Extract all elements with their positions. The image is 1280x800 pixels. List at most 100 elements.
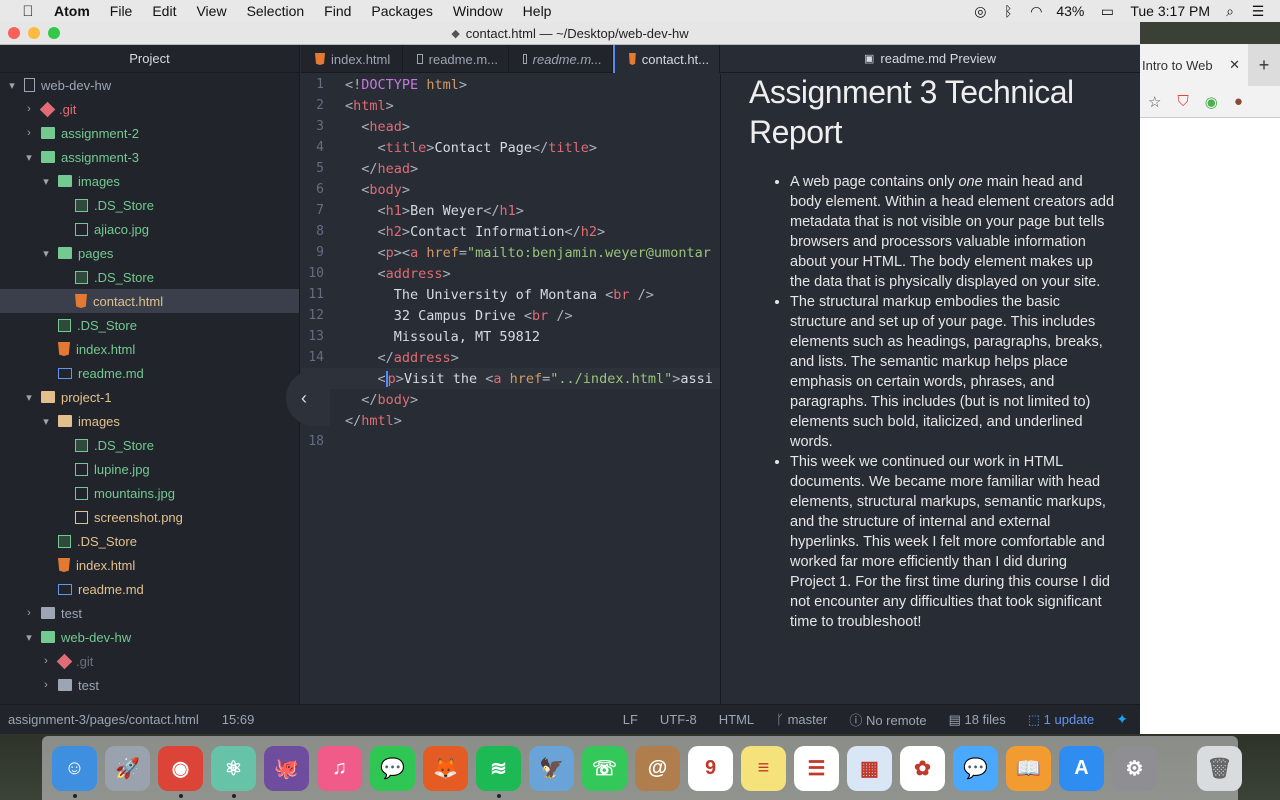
tree-file[interactable]: .DS_Store	[0, 193, 299, 217]
status-remote[interactable]: ⓘ No remote	[849, 710, 926, 729]
app-store-icon[interactable]: A	[1059, 745, 1104, 791]
maximize-window-button[interactable]	[48, 27, 60, 39]
code-line[interactable]: 3 <head>	[301, 116, 720, 137]
tree-file[interactable]: .DS_Store	[0, 265, 299, 289]
close-window-button[interactable]	[8, 27, 20, 39]
tree-folder[interactable]: › test	[0, 601, 299, 625]
menu-file[interactable]: File	[100, 3, 143, 19]
code-line[interactable]: 18	[301, 431, 720, 452]
twitter-icon[interactable]: ✦	[1116, 711, 1128, 728]
menu-help[interactable]: Help	[513, 3, 562, 19]
firefox-icon[interactable]: 🦊	[423, 745, 468, 791]
battery-percent[interactable]: 43%	[1056, 3, 1084, 19]
tree-folder[interactable]: ▾ project-1	[0, 385, 299, 409]
editor-tab[interactable]: index.html	[301, 45, 403, 73]
code-line[interactable]: 5 </head>	[301, 158, 720, 179]
calendar-widget-icon[interactable]: ▦	[847, 745, 892, 791]
code-line[interactable]: 7 <h1>Ben Weyer</h1>	[301, 200, 720, 221]
chevron-right-icon[interactable]: ›	[40, 655, 52, 667]
status-line-ending[interactable]: LF	[623, 712, 638, 727]
editor-tab[interactable]: readme.m...	[403, 45, 509, 73]
new-tab-icon[interactable]: +	[1248, 55, 1280, 76]
menu-atom[interactable]: Atom	[54, 3, 100, 19]
code-editor[interactable]: 1 <!DOCTYPE html> 2 <html> 3 <head> 4 <title>…	[301, 74, 720, 704]
status-updates[interactable]: ⬚ 1 update	[1028, 712, 1095, 728]
close-icon[interactable]: ✕	[1229, 57, 1240, 73]
tree-file[interactable]: ▾ web-dev-hw	[0, 73, 299, 97]
tree-file[interactable]: lupine.jpg	[0, 457, 299, 481]
launchpad-icon[interactable]: 🚀	[105, 745, 150, 791]
messages-app-icon[interactable]: 💬	[370, 745, 415, 791]
spotify-icon[interactable]: ≋	[476, 745, 521, 798]
menu-view[interactable]: View	[186, 3, 236, 19]
code-line[interactable]: 2 <html>	[301, 95, 720, 116]
facetime-icon[interactable]: ☏	[582, 745, 627, 791]
tree-folder[interactable]: ▾ web-dev-hw	[0, 625, 299, 649]
tree-folder[interactable]: ▾ images	[0, 169, 299, 193]
notification-center-icon[interactable]: ☰	[1250, 3, 1266, 20]
menu-find[interactable]: Find	[314, 3, 361, 19]
tree-file[interactable]: .DS_Store	[0, 433, 299, 457]
status-branch[interactable]: ᚴ master	[776, 712, 827, 727]
code-line[interactable]: 6 <body>	[301, 179, 720, 200]
code-line[interactable]: 11 The University of Montana <br />	[301, 284, 720, 305]
itunes-icon[interactable]: ♫	[317, 745, 362, 791]
chevron-down-icon[interactable]: ▾	[6, 79, 18, 92]
chevron-down-icon[interactable]: ▾	[23, 631, 35, 644]
chevron-right-icon[interactable]: ›	[23, 127, 35, 139]
trash-icon[interactable]: 🗑	[1197, 745, 1242, 791]
atom-icon[interactable]: ⚛	[211, 745, 256, 798]
spotlight-search-icon[interactable]: ⌕	[1222, 3, 1238, 20]
chevron-down-icon[interactable]: ▾	[40, 247, 52, 260]
tree-file[interactable]: .DS_Store	[0, 313, 299, 337]
tree-file[interactable]: › .git	[0, 97, 299, 121]
code-line[interactable]: 12 32 Campus Drive <br />	[301, 305, 720, 326]
preview-tab[interactable]: ▣ readme.md Preview	[720, 45, 1140, 73]
tree-file[interactable]: readme.md	[0, 361, 299, 385]
code-line[interactable]: 8 <h2>Contact Information</h2>	[301, 221, 720, 242]
chevron-down-icon[interactable]: ▾	[23, 391, 35, 404]
menu-packages[interactable]: Packages	[361, 3, 442, 19]
battery-icon[interactable]: ▭	[1096, 3, 1118, 20]
ibooks-icon[interactable]: 📖	[1006, 745, 1051, 791]
shield-icon[interactable]: ⛉	[1177, 93, 1188, 110]
photos-icon[interactable]: ✿	[900, 745, 945, 791]
messages-icon[interactable]: 💬	[953, 745, 998, 791]
code-line[interactable]: 16 </body>	[301, 389, 720, 410]
tree-folder[interactable]: ▾ pages	[0, 241, 299, 265]
creative-cloud-icon[interactable]: ◎	[972, 3, 988, 20]
status-cursor-position[interactable]: 15:69	[222, 712, 255, 727]
tree-file[interactable]: readme.md	[0, 577, 299, 601]
tree-file[interactable]: ajiaco.jpg	[0, 217, 299, 241]
minimize-window-button[interactable]	[28, 27, 40, 39]
tree-folder[interactable]: ▾ assignment-3	[0, 145, 299, 169]
chevron-down-icon[interactable]: ▾	[40, 175, 52, 188]
chevron-down-icon[interactable]: ▾	[40, 415, 52, 428]
extension-icon[interactable]: ◉	[1205, 93, 1218, 111]
apple-icon[interactable]: 	[18, 3, 38, 20]
code-line[interactable]: 10 <address>	[301, 263, 720, 284]
status-grammar[interactable]: HTML	[719, 712, 754, 727]
preview-icon[interactable]: 🦅	[529, 745, 574, 791]
contacts-icon[interactable]: @	[635, 745, 680, 791]
bluetooth-icon[interactable]: ᛒ	[1000, 3, 1016, 19]
chrome-tab[interactable]: Intro to Web ✕	[1140, 44, 1248, 86]
menu-selection[interactable]: Selection	[237, 3, 315, 19]
wifi-icon[interactable]: ◠	[1028, 3, 1044, 20]
chevron-right-icon[interactable]: ›	[23, 103, 35, 115]
calendar-icon[interactable]: 9	[688, 745, 733, 791]
tree-folder[interactable]: ▾ images	[0, 409, 299, 433]
tree-file[interactable]: index.html	[0, 553, 299, 577]
chrome-icon[interactable]: ◉	[158, 745, 203, 798]
reminders-icon[interactable]: ☰	[794, 745, 839, 791]
profile-avatar[interactable]: ●	[1234, 93, 1243, 110]
status-encoding[interactable]: UTF-8	[660, 712, 697, 727]
code-line[interactable]: 13 Missoula, MT 59812	[301, 326, 720, 347]
tree-folder[interactable]: › test	[0, 673, 299, 697]
tree-file[interactable]: mountains.jpg	[0, 481, 299, 505]
notes-icon[interactable]: ≡	[741, 745, 786, 791]
code-line[interactable]: 17</hmtl>	[301, 410, 720, 431]
code-line[interactable]: 1 <!DOCTYPE html>	[301, 74, 720, 95]
menu-edit[interactable]: Edit	[142, 3, 186, 19]
finder-icon[interactable]: ☺	[52, 745, 97, 798]
